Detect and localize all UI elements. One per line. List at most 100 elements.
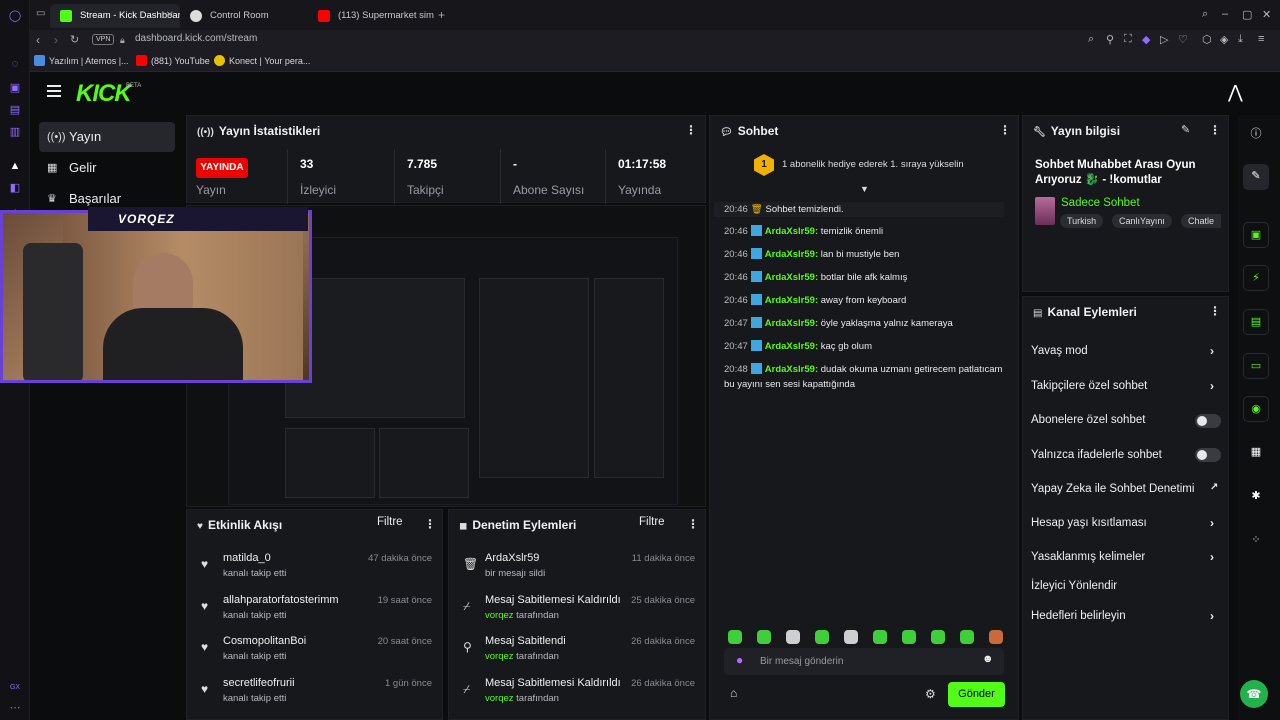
search-icon[interactable]: ⌕ [1202,8,1208,21]
store-icon[interactable]: ⌂ [730,686,737,700]
zoom-icon[interactable]: ⌕ [1088,33,1094,46]
action-host[interactable]: İzleyici Yönlendir [1031,580,1117,592]
hamburger-menu-icon[interactable] [47,85,61,97]
browser-menu-icon[interactable]: ≡ [1258,33,1264,45]
chevron-right-icon[interactable]: › [1210,550,1214,564]
sidebar-kick-icon[interactable]: ▲ [7,158,23,174]
document-icon[interactable]: ▤ [1243,309,1269,335]
action-followers-only[interactable]: Takipçilere özel sohbet [1031,380,1147,392]
screenshot-icon[interactable]: ⛶ [1124,33,1132,46]
tab-kick-dashboard[interactable]: Stream - Kick Dashboard ✕ [50,4,180,28]
maximize-icon[interactable]: ▢ [1242,8,1252,21]
screen-icon[interactable]: ▣ [1243,222,1269,248]
close-icon[interactable]: ✕ [166,4,174,28]
bookmark-konect[interactable]: Konect | Your pera... [214,55,310,66]
sidebar-messenger-icon[interactable]: ▥ [7,124,23,140]
emote-icon[interactable] [728,630,742,644]
download-icon[interactable]: ⤓ [1238,33,1243,46]
microphone-icon[interactable]: ● [736,653,743,667]
user-avatar-icon[interactable]: ⋀ [1228,82,1248,102]
tab-control-room[interactable]: Control Room [180,4,308,28]
kebab-menu-icon[interactable]: ⋮ [999,123,1011,137]
play-icon[interactable]: ▷ [1160,33,1168,46]
activity-filter-button[interactable]: Filtre [377,516,403,528]
vpn-badge[interactable]: VPN [92,34,115,45]
tag-chip[interactable]: CanlıYayını [1112,214,1172,228]
window-close-icon[interactable]: ✕ [1262,8,1271,21]
edit-icon[interactable]: ✎ [1243,164,1269,190]
emote-icon[interactable] [931,630,945,644]
layout-icon[interactable]: ▦ [1243,440,1269,466]
emote-icon[interactable] [844,630,858,644]
bookmark-aternos[interactable]: Yazılım | Aternos |... [34,55,129,66]
tag-chip[interactable]: Chatle [1181,214,1222,228]
pin-icon[interactable]: ⚲ [1106,33,1114,46]
forward-icon[interactable]: › [54,33,58,47]
chevron-down-icon[interactable]: ▼ [860,184,869,194]
kebab-menu-icon[interactable]: ⋮ [1209,304,1221,318]
chevron-right-icon[interactable]: › [1210,379,1214,393]
emote-only-toggle[interactable] [1195,448,1221,462]
send-button[interactable]: Gönder [948,682,1005,707]
kebab-menu-icon[interactable]: ⋮ [424,517,436,531]
action-slow-mode[interactable]: Yavaş mod [1031,345,1088,357]
sidebar-aria-icon[interactable]: ◌ [7,56,23,72]
emote-icon[interactable] [960,630,974,644]
lightning-icon[interactable]: ⚡︎ [1243,265,1269,291]
action-goals[interactable]: Hedefleri belirleyin [1031,610,1126,622]
kebab-menu-icon[interactable]: ⋮ [687,517,699,531]
apps-icon[interactable]: ⁘ [1243,528,1269,554]
action-account-age[interactable]: Hesap yaşı kısıtlaması [1031,517,1147,529]
sidebar-bag-icon[interactable]: ▣ [7,80,23,96]
kebab-menu-icon[interactable]: ⋮ [1209,123,1221,137]
category-link[interactable]: Sadece Sohbet [1061,197,1140,209]
nav-item-gelir[interactable]: ▦ Gelir [39,153,175,183]
kebab-menu-icon[interactable]: ⋮ [685,123,697,137]
info-icon[interactable]: ⓘ [1243,122,1269,148]
new-tab-icon[interactable]: + [438,8,445,22]
tag-chip[interactable]: Turkish [1060,214,1104,228]
subscribers-only-toggle[interactable] [1195,414,1221,428]
chevron-right-icon[interactable]: › [1210,344,1214,358]
emote-icon[interactable] [873,630,887,644]
external-link-icon[interactable]: ↗ [1210,482,1218,493]
sidebar-extension-icon[interactable]: ▤ [7,102,23,118]
action-banned-words[interactable]: Yasaklanmış kelimeler [1031,551,1145,563]
chevron-right-icon[interactable]: › [1210,609,1214,623]
reload-icon[interactable]: ↻ [70,33,79,46]
shield-icon[interactable]: ◆ [1142,33,1150,46]
gear-icon[interactable]: ⚙ [925,687,936,701]
emoji-icon[interactable]: ☻ [982,653,994,665]
wrench-icon[interactable]: ✱ [1243,484,1269,510]
emote-icon[interactable] [786,630,800,644]
chevron-right-icon[interactable]: › [1210,516,1214,530]
action-ai-moderation[interactable]: Yapay Zeka ile Sohbet Denetimi [1031,483,1194,495]
minimize-icon[interactable]: – [1222,8,1228,20]
kick-logo[interactable]: KICK [76,80,132,108]
tab-youtube[interactable]: (113) Supermarket simulat [308,4,434,28]
extensions-icon[interactable]: ⬡ [1202,33,1212,46]
support-chat-icon[interactable]: ☎ [1240,680,1268,708]
chat-input[interactable]: ● Bir mesaj gönderin ☻ [724,648,1004,675]
lock-icon[interactable]: 🔒︎ [120,35,125,46]
opera-logo-icon[interactable]: ◯ [7,8,23,24]
emote-icon[interactable] [815,630,829,644]
more-icon[interactable]: ⋯ [7,700,23,716]
sidebar-twitch-icon[interactable]: ◧ [7,180,23,196]
chat-icon[interactable]: ▭ [1243,353,1269,379]
edit-icon[interactable]: ✎ [1181,123,1190,136]
moderation-filter-button[interactable]: Filtre [639,516,665,528]
url-field[interactable]: dashboard.kick.com/stream [135,33,257,44]
back-icon[interactable]: ‹ [36,33,40,47]
bookmark-youtube[interactable]: (881) YouTube [136,55,210,66]
tab-menu-icon[interactable]: ▭ [36,8,45,19]
pinned-gift-banner[interactable]: 1 1 abonelik hediye ederek 1. sıraya yük… [710,148,1018,194]
category-thumbnail[interactable] [1035,197,1055,225]
emote-icon[interactable] [902,630,916,644]
broadcast-icon[interactable]: ◉ [1243,396,1269,422]
emote-icon[interactable] [989,630,1003,644]
nav-item-yayin[interactable]: ((•)) Yayın [39,122,175,152]
heart-icon[interactable]: ♡ [1178,33,1188,46]
wallet-icon[interactable]: ◈ [1220,33,1228,46]
emote-icon[interactable] [757,630,771,644]
